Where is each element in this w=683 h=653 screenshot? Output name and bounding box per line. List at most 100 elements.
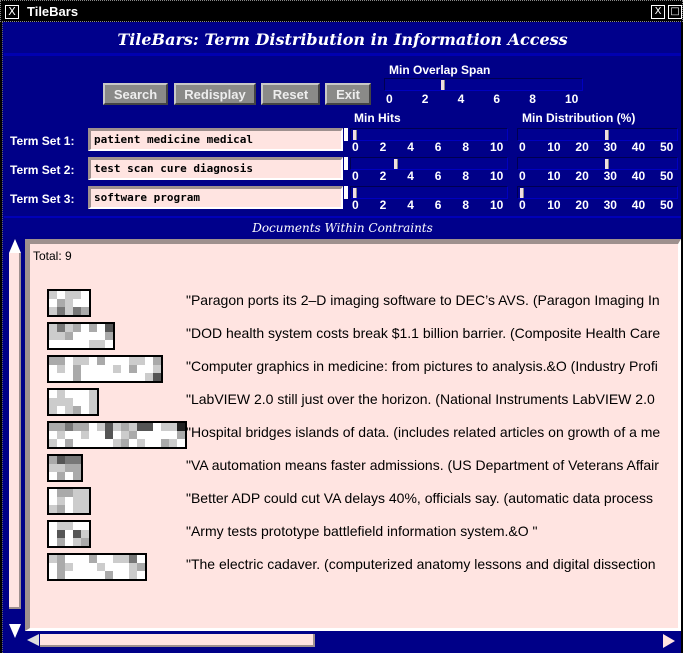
tilebar[interactable] xyxy=(47,388,99,416)
tilebar[interactable] xyxy=(47,454,83,482)
slider-thumb[interactable] xyxy=(604,130,609,140)
document-row[interactable]: "DOD health system costs break $1.1 bill… xyxy=(30,322,678,350)
slider-thumb[interactable] xyxy=(440,80,445,90)
tile-cell xyxy=(97,431,105,439)
tick-label: 0 xyxy=(352,169,359,183)
tile-cell xyxy=(97,571,105,579)
tile-cell xyxy=(57,464,65,472)
document-title[interactable]: "Army tests prototype battlefield inform… xyxy=(186,523,538,539)
slider-thumb[interactable] xyxy=(394,159,399,169)
search-button[interactable]: Search xyxy=(103,83,168,105)
x-window-icon[interactable]: X xyxy=(5,5,19,19)
term-set-input[interactable]: software program xyxy=(88,186,343,209)
document-title[interactable]: "The electric cadaver. (computerized ana… xyxy=(186,556,656,572)
tile-cell xyxy=(105,373,113,381)
document-title[interactable]: "LabVIEW 2.0 still just over the horizon… xyxy=(186,391,655,407)
term-set-input[interactable]: test scan cure diagnosis xyxy=(88,157,343,180)
tile-cell xyxy=(81,431,89,439)
window-title: TileBars xyxy=(27,4,79,19)
tile-cell xyxy=(161,423,169,431)
tile-cell xyxy=(65,439,73,447)
tile-cell xyxy=(89,365,97,373)
tile-cell xyxy=(105,439,113,447)
exit-button[interactable]: Exit xyxy=(325,83,371,105)
tile-cell xyxy=(105,571,113,579)
document-title[interactable]: "VA automation means faster admissions. … xyxy=(186,457,659,473)
document-row[interactable]: "Army tests prototype battlefield inform… xyxy=(30,520,678,548)
tile-cell xyxy=(129,555,137,563)
tilebar[interactable] xyxy=(47,322,115,350)
vertical-scrollbar[interactable] xyxy=(6,239,24,639)
tick-label: 10 xyxy=(490,140,504,154)
tick-label: 0 xyxy=(386,92,393,106)
tile-cell xyxy=(57,357,65,365)
tile-cell xyxy=(145,423,153,431)
maximize-icon[interactable]: □ xyxy=(668,5,682,19)
document-title[interactable]: "Better ADP could cut VA delays 40%, off… xyxy=(186,490,653,506)
tilebar[interactable] xyxy=(47,289,91,317)
tile-cell xyxy=(65,571,73,579)
reset-button[interactable]: Reset xyxy=(261,83,320,105)
tile-cell xyxy=(121,431,129,439)
document-row[interactable]: "The electric cadaver. (computerized ana… xyxy=(30,553,678,581)
horizontal-scrollbar[interactable] xyxy=(25,632,681,650)
scroll-down-arrow-icon[interactable] xyxy=(9,624,21,638)
document-title[interactable]: "Computer graphics in medicine: from pic… xyxy=(186,358,658,374)
tile-cell xyxy=(49,464,57,472)
scroll-right-arrow-icon[interactable] xyxy=(663,634,675,648)
tile-cell xyxy=(81,332,89,340)
tilebar[interactable] xyxy=(47,421,187,449)
tile-cell xyxy=(73,431,81,439)
tick-label: 50 xyxy=(660,169,674,183)
tile-cell xyxy=(49,530,57,538)
document-title[interactable]: "Paragon ports its 2–D imaging software … xyxy=(186,292,660,308)
tile-cell xyxy=(89,555,97,563)
min-hits-ticks: 0 2 4 6 8 10 xyxy=(350,169,508,183)
document-row[interactable]: "LabVIEW 2.0 still just over the horizon… xyxy=(30,388,678,416)
term-set-input[interactable]: patient medicine medical xyxy=(88,128,343,151)
document-row[interactable]: "Paragon ports its 2–D imaging software … xyxy=(30,289,678,317)
horizontal-scroll-thumb[interactable] xyxy=(40,634,315,647)
tile-cell xyxy=(177,423,185,431)
document-row[interactable]: "Hospital bridges islands of data. (incl… xyxy=(30,421,678,449)
min-hits-ticks: 0 2 4 6 8 10 xyxy=(350,198,508,212)
slider-thumb[interactable] xyxy=(520,188,524,198)
scroll-up-arrow-icon[interactable] xyxy=(9,239,21,253)
document-row[interactable]: "Better ADP could cut VA delays 40%, off… xyxy=(30,487,678,515)
tile-cell xyxy=(57,497,65,505)
tile-cell xyxy=(137,571,145,579)
tile-cell xyxy=(73,555,81,563)
slider-thumb[interactable] xyxy=(353,188,357,198)
document-title[interactable]: "DOD health system costs break $1.1 bill… xyxy=(186,325,660,341)
tile-cell xyxy=(81,423,89,431)
document-title[interactable]: "Hospital bridges islands of data. (incl… xyxy=(186,424,660,440)
tilebar[interactable] xyxy=(47,520,91,548)
min-hits-ticks: 0 2 4 6 8 10 xyxy=(350,140,508,154)
scroll-left-arrow-icon[interactable] xyxy=(27,634,39,646)
tilebar[interactable] xyxy=(47,553,147,581)
slider-thumb[interactable] xyxy=(353,130,357,140)
tilebar[interactable] xyxy=(47,487,91,515)
tile-cell xyxy=(73,365,81,373)
tile-cell xyxy=(145,439,153,447)
vertical-scroll-thumb[interactable] xyxy=(9,253,21,609)
tile-cell xyxy=(57,340,65,348)
tile-cell xyxy=(129,423,137,431)
document-row[interactable]: "Computer graphics in medicine: from pic… xyxy=(30,355,678,383)
redisplay-button[interactable]: Redisplay xyxy=(174,83,256,105)
tick-label: 10 xyxy=(547,140,561,154)
window-titlebar[interactable]: X TileBars X □ xyxy=(0,0,683,22)
tile-cell xyxy=(145,373,153,381)
min-overlap-span-slider[interactable] xyxy=(384,78,583,91)
slider-thumb[interactable] xyxy=(604,159,609,169)
tile-cell xyxy=(89,373,97,381)
tile-cell xyxy=(49,332,57,340)
tilebar[interactable] xyxy=(47,355,163,383)
tick-label: 0 xyxy=(519,169,526,183)
close-icon[interactable]: X xyxy=(651,5,665,19)
tile-cell xyxy=(73,406,81,414)
tile-cell xyxy=(73,563,81,571)
tile-cell xyxy=(49,291,57,299)
tile-cell xyxy=(49,406,57,414)
document-row[interactable]: "VA automation means faster admissions. … xyxy=(30,454,678,482)
